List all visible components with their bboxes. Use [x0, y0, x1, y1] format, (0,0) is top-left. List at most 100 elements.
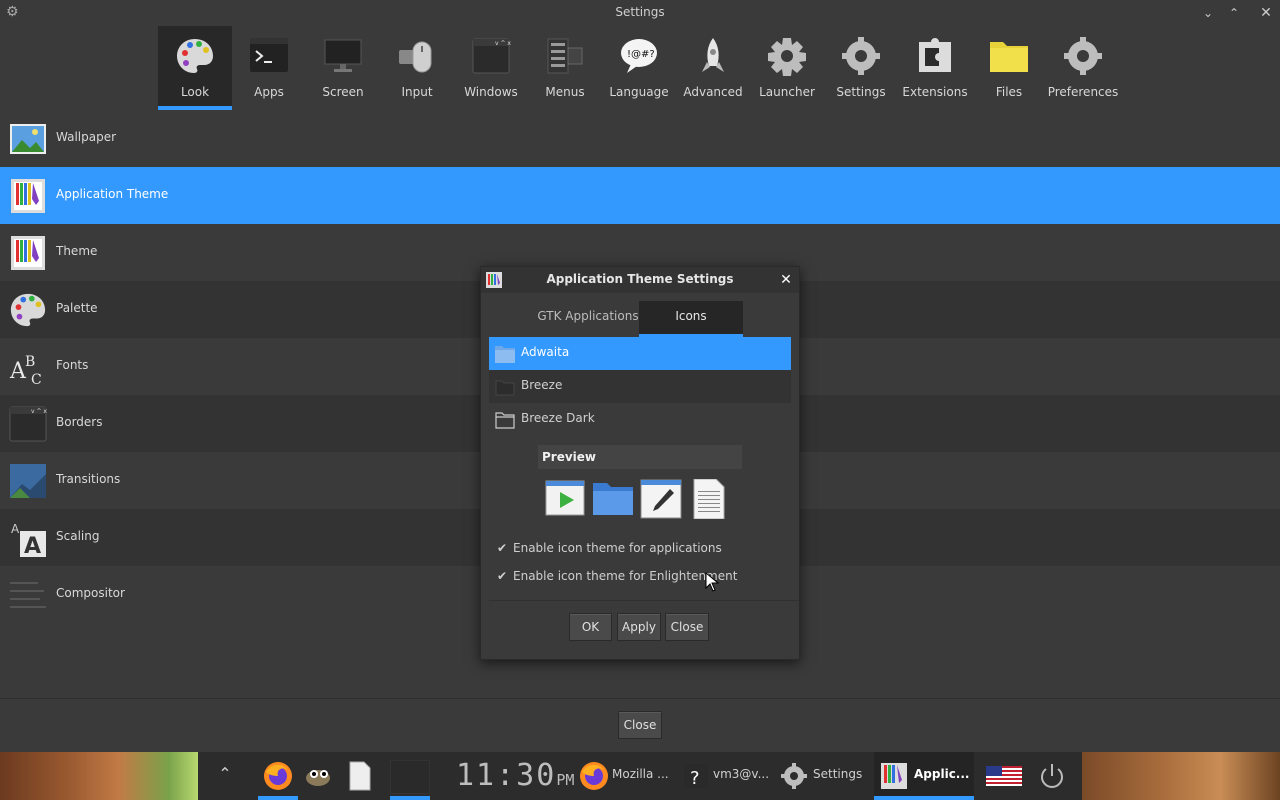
category-launcher[interactable]: Launcher — [750, 26, 824, 110]
category-windows[interactable]: v ^ x Windows — [454, 26, 528, 110]
svg-text:C: C — [31, 372, 42, 386]
svg-text:v ^ x: v ^ x — [495, 40, 511, 47]
category-advanced[interactable]: Advanced — [676, 26, 750, 110]
svg-text:v ^ x: v ^ x — [31, 408, 47, 415]
mouse-keyboard-icon — [399, 41, 432, 73]
preview-panel: Preview — [538, 445, 742, 531]
check-icon: ✔ — [496, 541, 508, 555]
brush-icon — [640, 479, 682, 519]
task-terminal[interactable]: ? vm3@v... — [676, 752, 776, 800]
minimize-button[interactable]: ⌄ — [1199, 4, 1217, 22]
category-screen[interactable]: Screen — [306, 26, 380, 110]
gimp-icon[interactable] — [302, 760, 334, 792]
folder-icon — [495, 412, 515, 429]
dialog-close-button[interactable]: Close — [665, 613, 709, 641]
list-item-label: Theme — [56, 244, 98, 258]
icon-theme-label: Breeze Dark — [521, 411, 595, 425]
svg-text:A: A — [24, 534, 41, 557]
icon-theme-breeze-dark[interactable]: Breeze Dark — [489, 403, 791, 436]
category-look[interactable]: Look — [158, 26, 232, 110]
power-icon[interactable] — [1038, 762, 1066, 790]
cog-icon — [768, 38, 806, 76]
svg-text:?: ? — [690, 768, 700, 789]
puzzle-icon — [919, 38, 951, 72]
scaling-icon: AA — [11, 522, 46, 557]
icon-theme-adwaita[interactable]: Adwaita — [489, 337, 791, 370]
palette-icon — [177, 39, 213, 73]
text-file-icon[interactable] — [344, 760, 376, 792]
list-item-wallpaper[interactable]: Wallpaper — [0, 110, 1280, 167]
svg-text:!@#?: !@#? — [627, 49, 655, 60]
wallpaper-strip — [0, 752, 198, 800]
category-menus[interactable]: Menus — [528, 26, 602, 110]
maximize-button[interactable]: ⌃ — [1225, 4, 1243, 22]
compositor-icon — [10, 582, 46, 608]
transitions-icon — [10, 464, 46, 498]
list-item-label: Palette — [56, 301, 98, 315]
terminal-question-icon: ? — [684, 764, 708, 789]
theme-icon — [881, 763, 907, 789]
chevron-up-icon[interactable]: ⌃ — [216, 764, 234, 784]
gear-icon — [1064, 37, 1102, 75]
tab-gtk-applications[interactable]: GTK Applications — [537, 301, 639, 335]
list-item-label: Compositor — [56, 586, 125, 600]
dialog-title: Application Theme Settings — [546, 272, 734, 286]
preview-label: Preview — [538, 445, 742, 469]
category-apps[interactable]: Apps — [232, 26, 306, 110]
text-file-icon — [693, 479, 725, 519]
dialog-close-icon[interactable]: ✕ — [777, 270, 795, 290]
tab-icons[interactable]: Icons — [639, 301, 743, 337]
close-window-button[interactable]: ✕ — [1257, 4, 1275, 22]
mouse-cursor-icon — [705, 572, 719, 592]
list-item-label: Scaling — [56, 529, 100, 543]
svg-text:B: B — [25, 354, 35, 370]
folder-icon — [495, 346, 515, 363]
category-input[interactable]: Input — [380, 26, 454, 110]
category-extensions[interactable]: Extensions — [898, 26, 972, 110]
list-item-label: Application Theme — [56, 187, 169, 201]
ok-button[interactable]: OK — [569, 613, 612, 641]
run-icon — [545, 480, 585, 516]
category-toolbar: Look Apps Screen Input v ^ x Windows Men… — [158, 26, 1120, 110]
icon-theme-list: Adwaita Breeze Breeze Dark — [489, 337, 791, 436]
firefox-icon — [580, 762, 608, 790]
pager-desktop[interactable] — [390, 760, 430, 794]
task-mozilla[interactable]: Mozilla ... — [574, 752, 674, 800]
icon-theme-breeze[interactable]: Breeze — [489, 370, 791, 403]
category-settings[interactable]: Settings — [824, 26, 898, 110]
svg-text:A: A — [11, 522, 20, 536]
terminal-icon — [250, 38, 288, 72]
dialog-tabs: GTK Applications Icons — [537, 301, 743, 337]
active-task-indicator — [874, 796, 974, 800]
close-button[interactable]: Close — [618, 711, 662, 739]
category-label: Preferences — [1047, 85, 1119, 99]
folder-icon — [593, 483, 633, 515]
dialog-separator — [489, 600, 799, 601]
window-title: Settings — [615, 5, 665, 19]
pager-indicator — [390, 796, 430, 800]
firefox-icon[interactable] — [262, 760, 294, 792]
category-language[interactable]: !@#? Language — [602, 26, 676, 110]
menu-icon — [547, 38, 583, 74]
clock-time: 11:30 — [456, 758, 557, 793]
clock-ampm: PM — [556, 771, 575, 789]
check-icon: ✔ — [496, 569, 508, 583]
list-item-application-theme[interactable]: Application Theme — [0, 167, 1280, 224]
category-preferences[interactable]: Preferences — [1046, 26, 1120, 110]
us-flag-icon[interactable] — [986, 766, 1022, 786]
taskbar: ⌃ 11:30PM Mozilla ... ? vm3@v... Setting… — [0, 752, 1280, 800]
category-files[interactable]: Files — [972, 26, 1046, 110]
running-indicator — [258, 796, 298, 800]
fonts-icon: A BC — [9, 354, 42, 386]
palette-icon — [10, 293, 46, 327]
task-application-theme[interactable]: Applic... — [874, 752, 974, 800]
application-theme-dialog: Application Theme Settings ✕ GTK Applica… — [480, 266, 800, 660]
gear-icon — [842, 37, 880, 75]
monitor-icon — [324, 39, 362, 72]
clock[interactable]: 11:30PM — [456, 758, 574, 793]
task-settings[interactable]: Settings — [776, 752, 872, 800]
list-item-label: Transitions — [56, 472, 121, 486]
list-item-label: Wallpaper — [56, 130, 117, 144]
borders-icon: v ^ x — [9, 406, 47, 442]
apply-button[interactable]: Apply — [617, 613, 661, 641]
